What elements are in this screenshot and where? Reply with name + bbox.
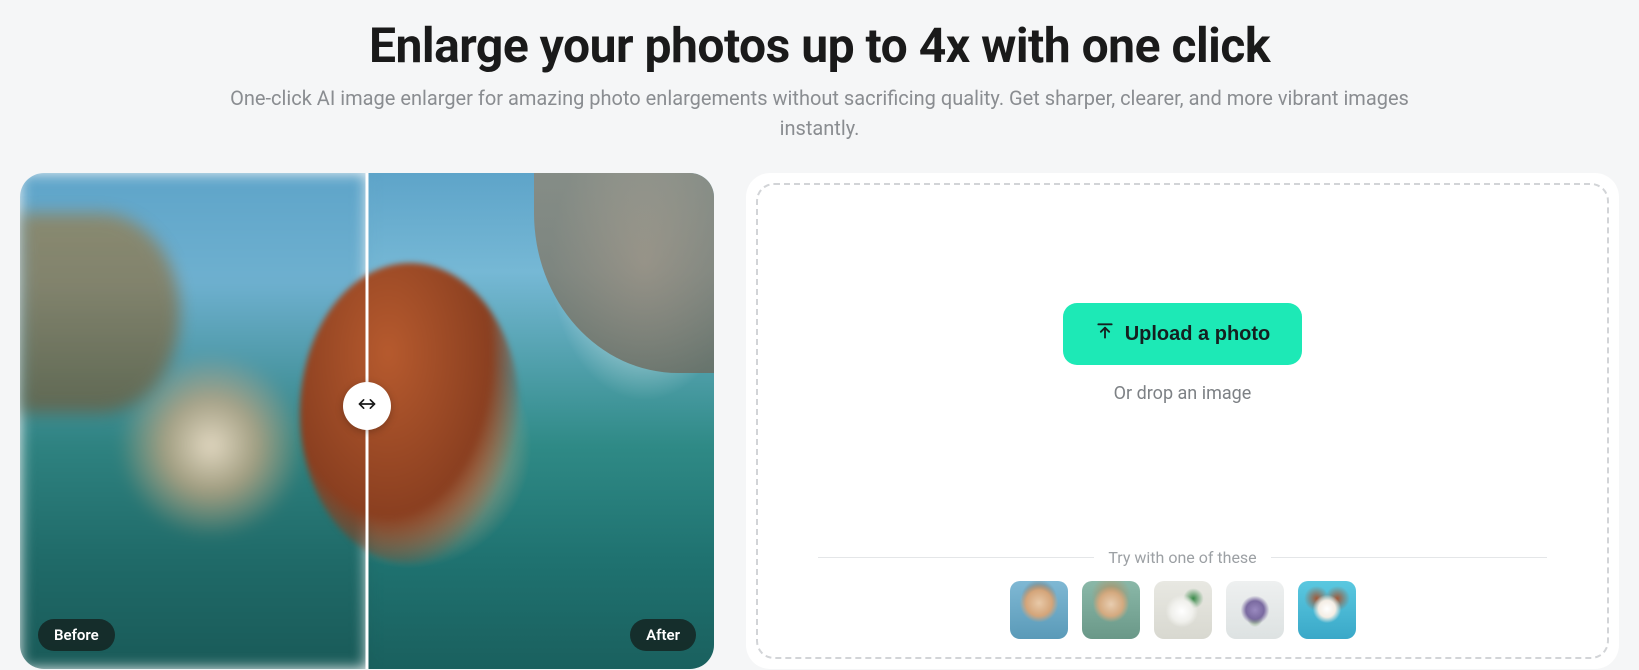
samples-label: Try with one of these — [1108, 548, 1256, 567]
sample-thumb-1[interactable] — [1010, 581, 1068, 639]
resize-horizontal-icon — [357, 394, 377, 418]
sample-thumb-5[interactable] — [1298, 581, 1356, 639]
upload-button-label: Upload a photo — [1125, 323, 1271, 346]
upload-panel: Upload a photo Or drop an image Try with… — [746, 173, 1619, 669]
upload-dropzone[interactable]: Upload a photo Or drop an image Try with… — [756, 183, 1609, 659]
comparison-slider-handle[interactable] — [343, 382, 391, 430]
after-badge: After — [630, 619, 696, 651]
sample-thumb-4[interactable] — [1226, 581, 1284, 639]
upload-button[interactable]: Upload a photo — [1063, 303, 1303, 365]
page-headline: Enlarge your photos up to 4x with one cl… — [20, 18, 1619, 73]
before-badge: Before — [38, 619, 115, 651]
sample-thumbnails — [758, 581, 1607, 639]
drop-hint-text: Or drop an image — [1114, 383, 1252, 404]
before-after-comparison[interactable]: Before After — [20, 173, 714, 669]
page-subheadline: One-click AI image enlarger for amazing … — [220, 83, 1420, 143]
sample-thumb-2[interactable] — [1082, 581, 1140, 639]
page-header: Enlarge your photos up to 4x with one cl… — [20, 0, 1619, 173]
sample-thumb-3[interactable] — [1154, 581, 1212, 639]
upload-icon — [1095, 321, 1115, 347]
samples-section: Try with one of these — [758, 548, 1607, 639]
